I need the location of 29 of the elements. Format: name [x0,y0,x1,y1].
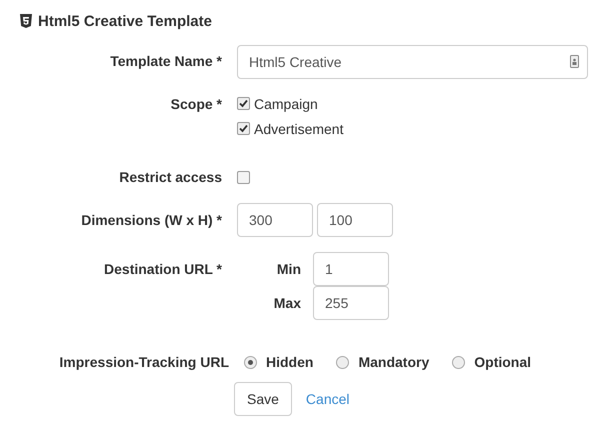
checkbox[interactable] [237,97,250,110]
radio-label: Hidden [266,354,314,370]
field-label: Max [272,295,302,311]
number-field[interactable]: 1 [313,252,389,286]
checkbox-label: Campaign [254,96,318,112]
field-label: Impression-Tracking URL [58,354,229,370]
radio-label: Optional [474,354,532,370]
save-button[interactable]: Save [234,382,292,416]
number-field[interactable]: 255 [313,286,389,320]
radio-button[interactable] [452,356,466,368]
html5-icon [20,14,32,28]
width-field[interactable]: 300 [237,203,313,237]
contact-card-icon [570,55,579,68]
checkbox[interactable] [237,122,250,135]
radio-button[interactable] [336,356,350,368]
field-label: Restrict access [118,168,222,185]
field-label: Template Name * [109,52,222,69]
field-label: Dimensions (W x H) * [80,211,222,228]
checkbox-label: Advertisement [254,120,344,136]
form-title: Html5 Creative Template [38,12,212,30]
field-label: Destination URL * [103,260,222,277]
radio-label: Mandatory [358,354,430,370]
template-name-field[interactable]: Html5 Creative [237,45,588,79]
cancel-link[interactable]: Cancel [306,391,350,407]
checkbox[interactable] [237,171,250,184]
height-field[interactable]: 100 [317,203,393,237]
field-label: Scope * [170,95,222,112]
field-label: Min [276,261,302,277]
radio-button[interactable] [244,356,257,368]
